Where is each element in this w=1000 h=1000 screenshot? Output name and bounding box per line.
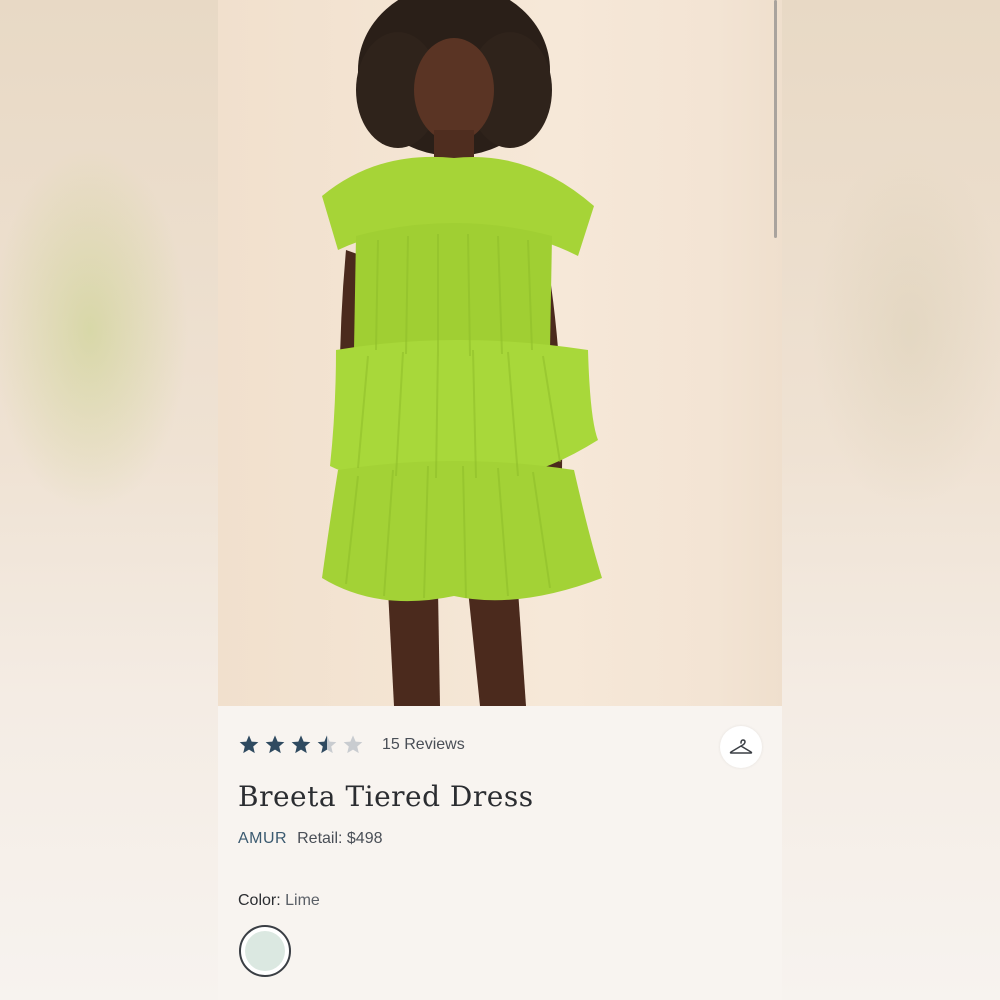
star-icon — [317, 735, 337, 754]
star-icon — [265, 735, 285, 754]
product-photo[interactable] — [218, 0, 782, 706]
color-label-row: Color: Lime — [238, 892, 320, 910]
product-meta: AMUR Retail: $498 — [238, 830, 383, 848]
product-title: Breeta Tiered Dress — [238, 780, 534, 813]
add-to-closet-button[interactable] — [720, 726, 762, 768]
scroll-indicator[interactable] — [774, 0, 777, 238]
product-page: 15 Reviews Breeta Tiered Dress AMUR Reta… — [218, 0, 782, 1000]
retail-price: Retail: $498 — [297, 830, 383, 847]
rating-stars — [238, 734, 368, 756]
model-illustration — [322, 0, 602, 706]
rating-row[interactable]: 15 Reviews — [238, 734, 465, 756]
reviews-link[interactable]: 15 Reviews — [382, 736, 465, 754]
color-label: Color: — [238, 892, 281, 909]
hanger-icon — [729, 739, 753, 754]
brand-link[interactable]: AMUR — [238, 830, 287, 848]
star-icon — [343, 735, 363, 754]
star-icon — [239, 735, 259, 754]
color-swatch-selected[interactable] — [239, 925, 291, 977]
star-icon — [291, 735, 311, 754]
product-info-panel: 15 Reviews Breeta Tiered Dress AMUR Reta… — [218, 706, 782, 1000]
swatch-fill — [245, 931, 285, 971]
color-value: Lime — [285, 892, 320, 909]
